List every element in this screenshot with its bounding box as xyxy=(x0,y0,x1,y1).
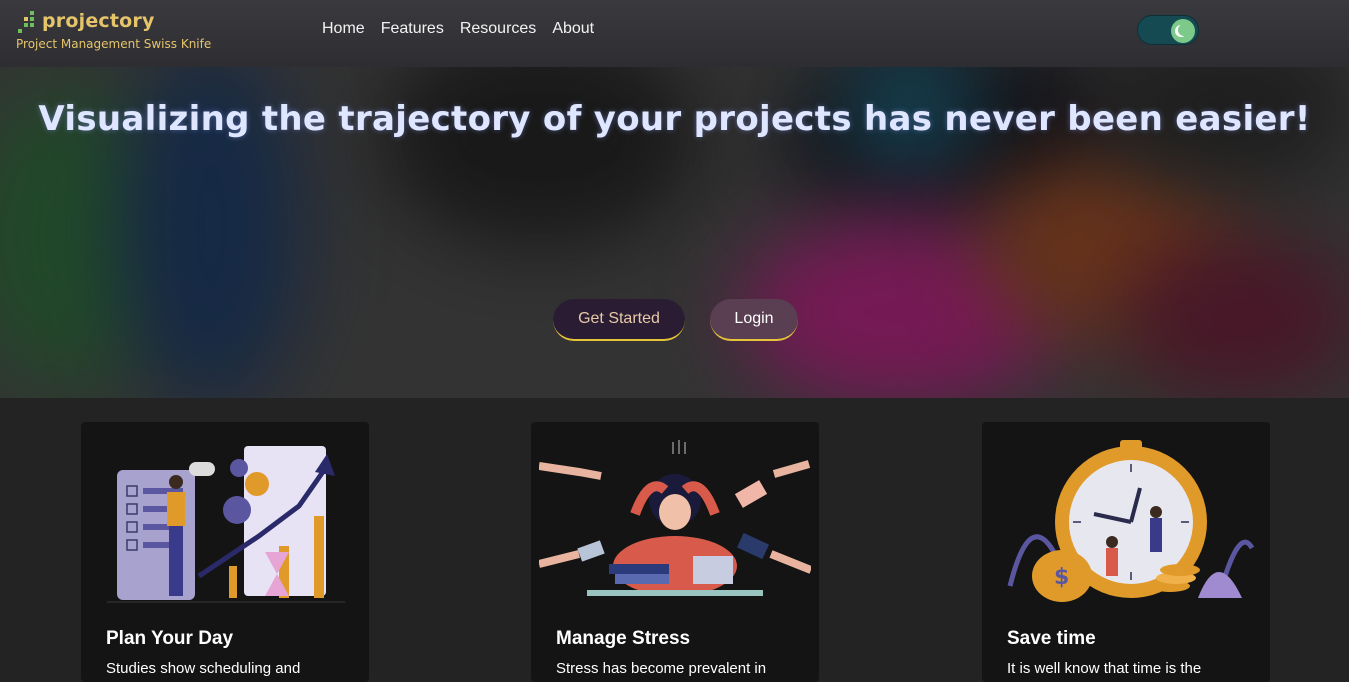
site-header: projectory Project Management Swiss Knif… xyxy=(0,0,1349,67)
theme-toggle[interactable] xyxy=(1137,15,1199,45)
brand[interactable]: projectory Project Management Swiss Knif… xyxy=(16,8,211,51)
login-button[interactable]: Login xyxy=(710,299,798,341)
card-text: Studies show scheduling and xyxy=(106,660,301,677)
moon-icon xyxy=(1171,19,1195,43)
get-started-button[interactable]: Get Started xyxy=(553,299,685,341)
svg-text:$: $ xyxy=(1054,565,1069,590)
logo-icon xyxy=(16,8,38,34)
brand-tagline: Project Management Swiss Knife xyxy=(16,37,212,51)
nav-features[interactable]: Features xyxy=(381,20,444,38)
hero-section: Visualizing the trajectory of your proje… xyxy=(0,67,1349,398)
nav-about[interactable]: About xyxy=(552,20,594,38)
hero-title: Visualizing the trajectory of your proje… xyxy=(38,99,1311,139)
stopwatch-illustration: $ xyxy=(1007,440,1255,602)
card-text: Stress has become prevalent in xyxy=(556,660,767,677)
main-nav: Home Features Resources About xyxy=(322,20,594,38)
card-title: Manage Stress xyxy=(556,628,691,649)
card-text: It is well know that time is the xyxy=(1007,660,1202,677)
feature-card-time[interactable]: $ Save time It is well know that time is… xyxy=(982,422,1270,682)
brand-name: projectory xyxy=(42,10,155,32)
nav-home[interactable]: Home xyxy=(322,20,365,38)
nav-resources[interactable]: Resources xyxy=(460,20,536,38)
stress-illustration xyxy=(539,440,811,596)
card-title: Save time xyxy=(1007,628,1096,649)
feature-card-plan[interactable]: Plan Your Day Studies show scheduling an… xyxy=(81,422,369,682)
feature-card-stress[interactable]: Manage Stress Stress has become prevalen… xyxy=(531,422,819,682)
card-title: Plan Your Day xyxy=(106,628,234,649)
planning-illustration xyxy=(107,446,345,603)
